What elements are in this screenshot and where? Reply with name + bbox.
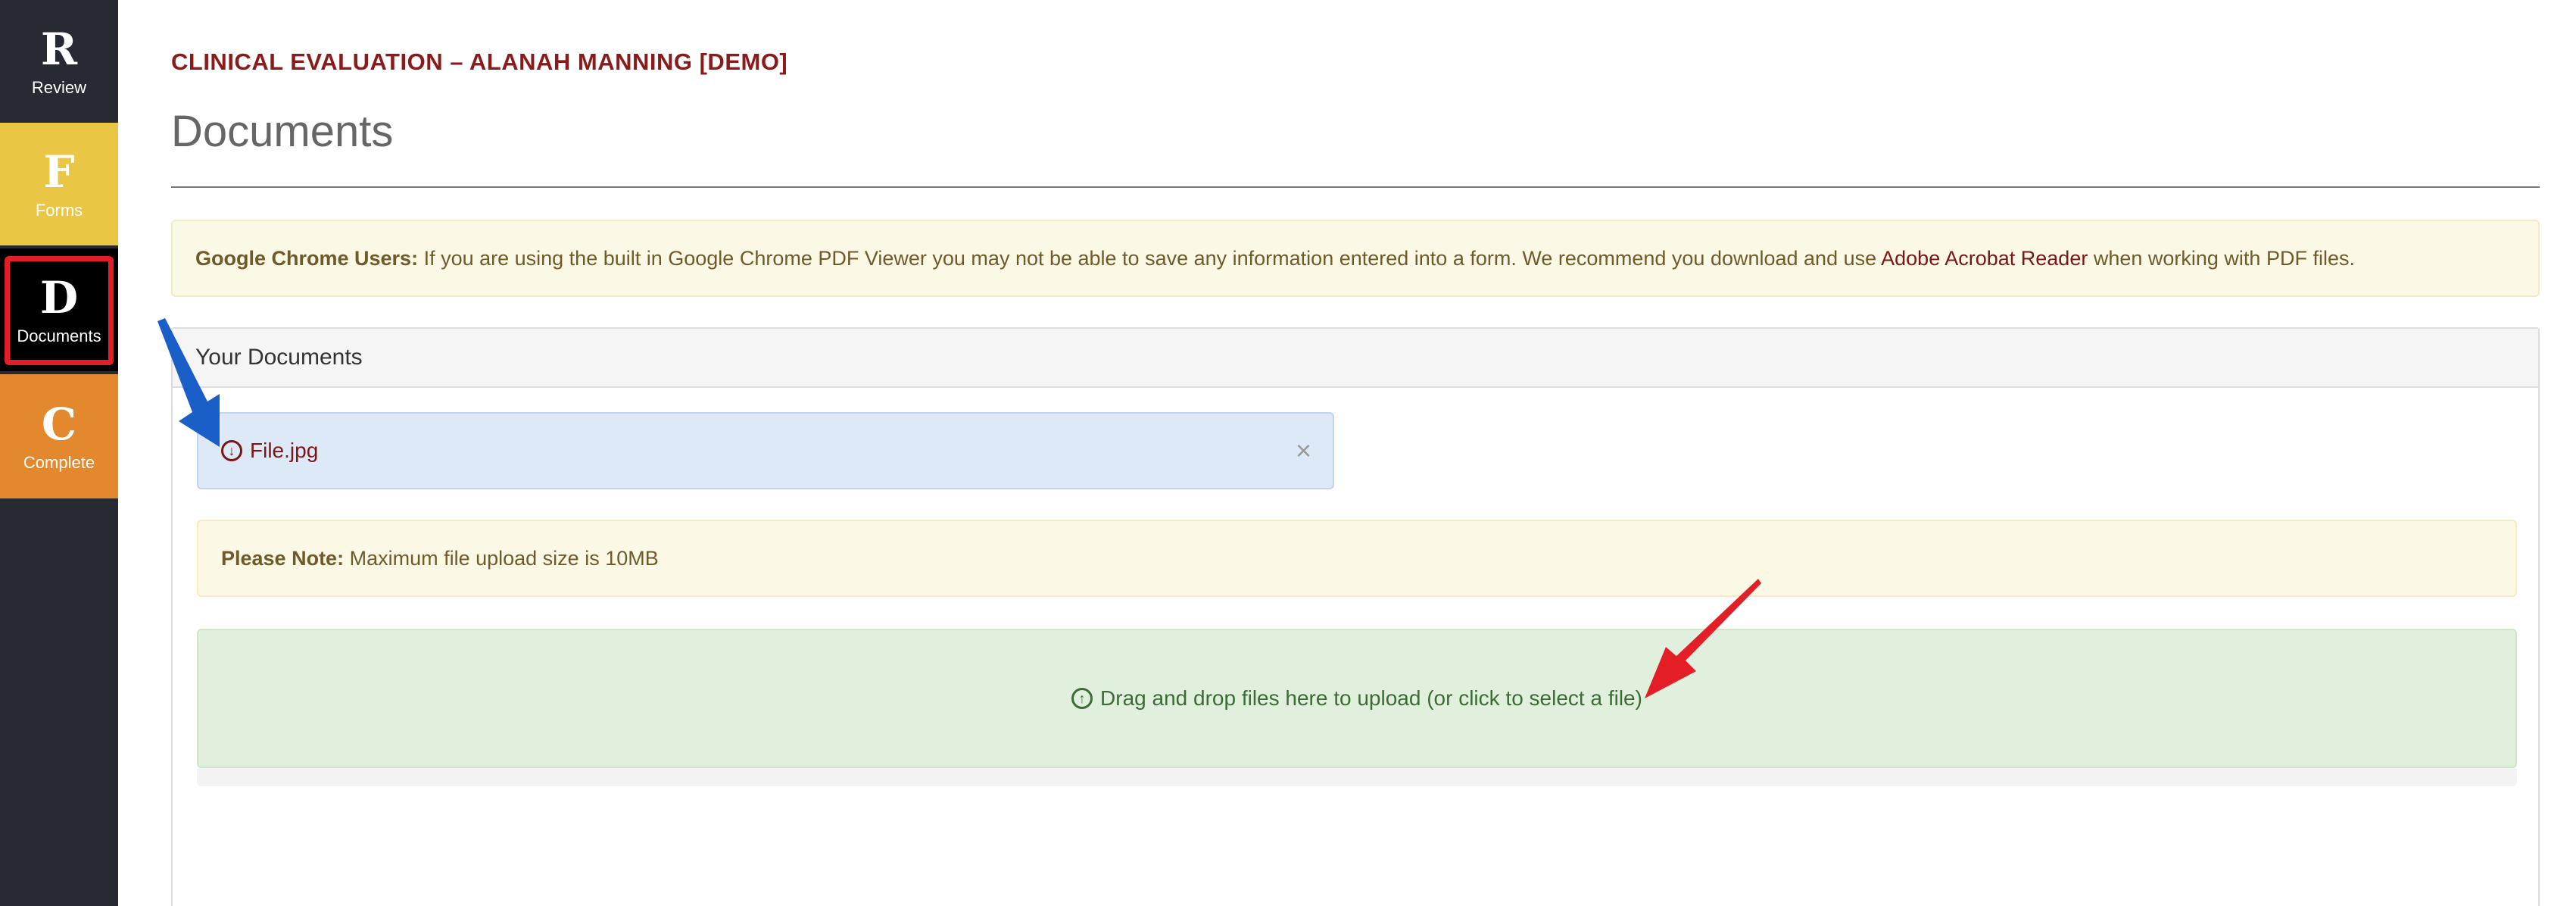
close-icon[interactable]: × <box>1296 435 1311 467</box>
warning-text-end: when working with PDF files. <box>2088 246 2355 270</box>
sidebar-item-complete[interactable]: C Complete <box>0 374 118 498</box>
file-dropzone[interactable]: ↑ Drag and drop files here to upload (or… <box>197 629 2517 768</box>
page-subtitle: CLINICAL EVALUATION – ALANAH MANNING [DE… <box>171 48 788 75</box>
upload-size-note: Please Note: Maximum file upload size is… <box>197 520 2517 597</box>
panel-heading: Your Documents <box>173 329 2538 388</box>
sidebar-item-label: Review <box>31 78 87 97</box>
review-letter-icon: R <box>40 23 78 75</box>
complete-letter-icon: C <box>41 398 77 450</box>
active-highlight-box <box>5 256 114 365</box>
sidebar-item-label: Complete <box>23 453 95 472</box>
file-name-link[interactable]: File.jpg <box>250 439 318 463</box>
warning-bold-label: Google Chrome Users: <box>195 246 419 270</box>
warning-text: If you are using the built in Google Chr… <box>418 246 1882 270</box>
dropzone-base <box>197 768 2517 786</box>
upload-icon: ↑ <box>1071 688 1093 709</box>
documents-panel: Your Documents ↓ File.jpg × Please Note:… <box>171 327 2540 906</box>
forms-letter-icon: F <box>43 146 75 198</box>
sidebar-item-documents[interactable]: D Documents <box>0 248 118 371</box>
sidebar: R Review F Forms D Documents C Complete <box>0 0 118 906</box>
red-arrow-icon <box>1645 579 1761 698</box>
adobe-reader-link[interactable]: Adobe Acrobat Reader <box>1881 247 2088 270</box>
chrome-warning-alert: Google Chrome Users: If you are using th… <box>171 220 2540 297</box>
page-title: Documents <box>171 107 394 156</box>
note-text: Maximum file upload size is 10MB <box>344 546 659 570</box>
file-list-item[interactable]: ↓ File.jpg × <box>197 412 1334 489</box>
sidebar-item-review[interactable]: R Review <box>0 0 118 123</box>
title-divider <box>171 186 2540 188</box>
blue-arrow-icon <box>157 318 220 447</box>
sidebar-item-label: Forms <box>35 201 83 220</box>
sidebar-item-forms[interactable]: F Forms <box>0 123 118 245</box>
dropzone-label: Drag and drop files here to upload (or c… <box>1100 686 1642 710</box>
note-bold-label: Please Note: <box>221 546 345 570</box>
